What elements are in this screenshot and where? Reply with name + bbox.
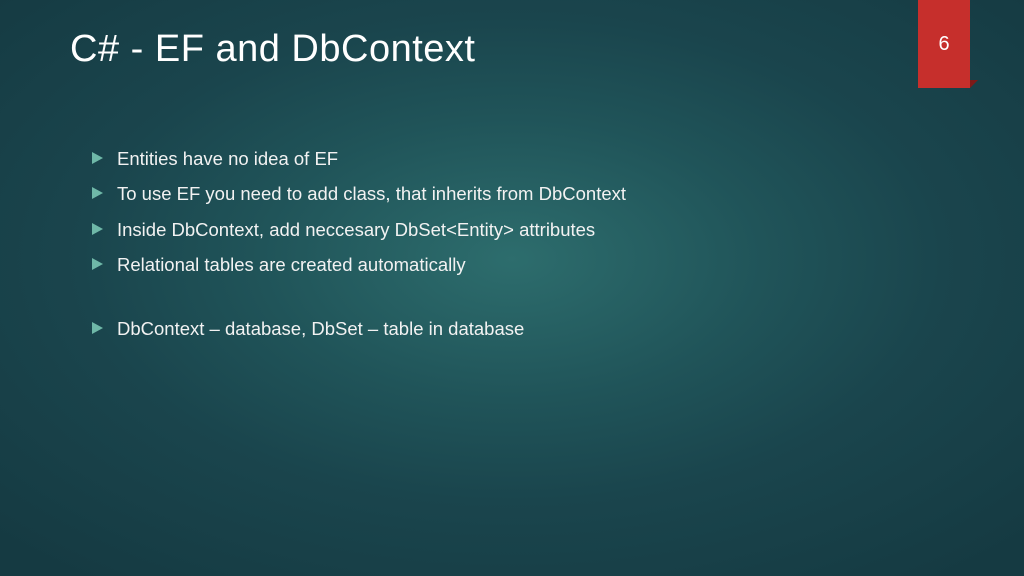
list-item: Inside DbContext, add neccesary DbSet<En… xyxy=(92,214,954,245)
triangle-bullet-icon xyxy=(92,258,103,270)
list-item: Entities have no idea of EF xyxy=(92,143,954,174)
list-item: DbContext – database, DbSet – table in d… xyxy=(92,313,954,344)
bullet-text: Inside DbContext, add neccesary DbSet<En… xyxy=(117,214,595,245)
triangle-bullet-icon xyxy=(92,223,103,235)
page-number-ribbon: 6 xyxy=(918,0,970,88)
list-item: To use EF you need to add class, that in… xyxy=(92,178,954,209)
bullet-text: Relational tables are created automatica… xyxy=(117,249,466,280)
slide-body: Entities have no idea of EF To use EF yo… xyxy=(70,143,954,344)
triangle-bullet-icon xyxy=(92,152,103,164)
list-item: Relational tables are created automatica… xyxy=(92,249,954,280)
bullet-text: Entities have no idea of EF xyxy=(117,143,338,174)
triangle-bullet-icon xyxy=(92,187,103,199)
slide-title: C# - EF and DbContext xyxy=(70,28,954,71)
bullet-text: DbContext – database, DbSet – table in d… xyxy=(117,313,524,344)
triangle-bullet-icon xyxy=(92,322,103,334)
bullet-text: To use EF you need to add class, that in… xyxy=(117,178,626,209)
slide: 6 C# - EF and DbContext Entities have no… xyxy=(0,0,1024,576)
page-number: 6 xyxy=(938,33,949,56)
bullet-group: Entities have no idea of EF To use EF yo… xyxy=(92,143,954,281)
bullet-group: DbContext – database, DbSet – table in d… xyxy=(92,313,954,344)
